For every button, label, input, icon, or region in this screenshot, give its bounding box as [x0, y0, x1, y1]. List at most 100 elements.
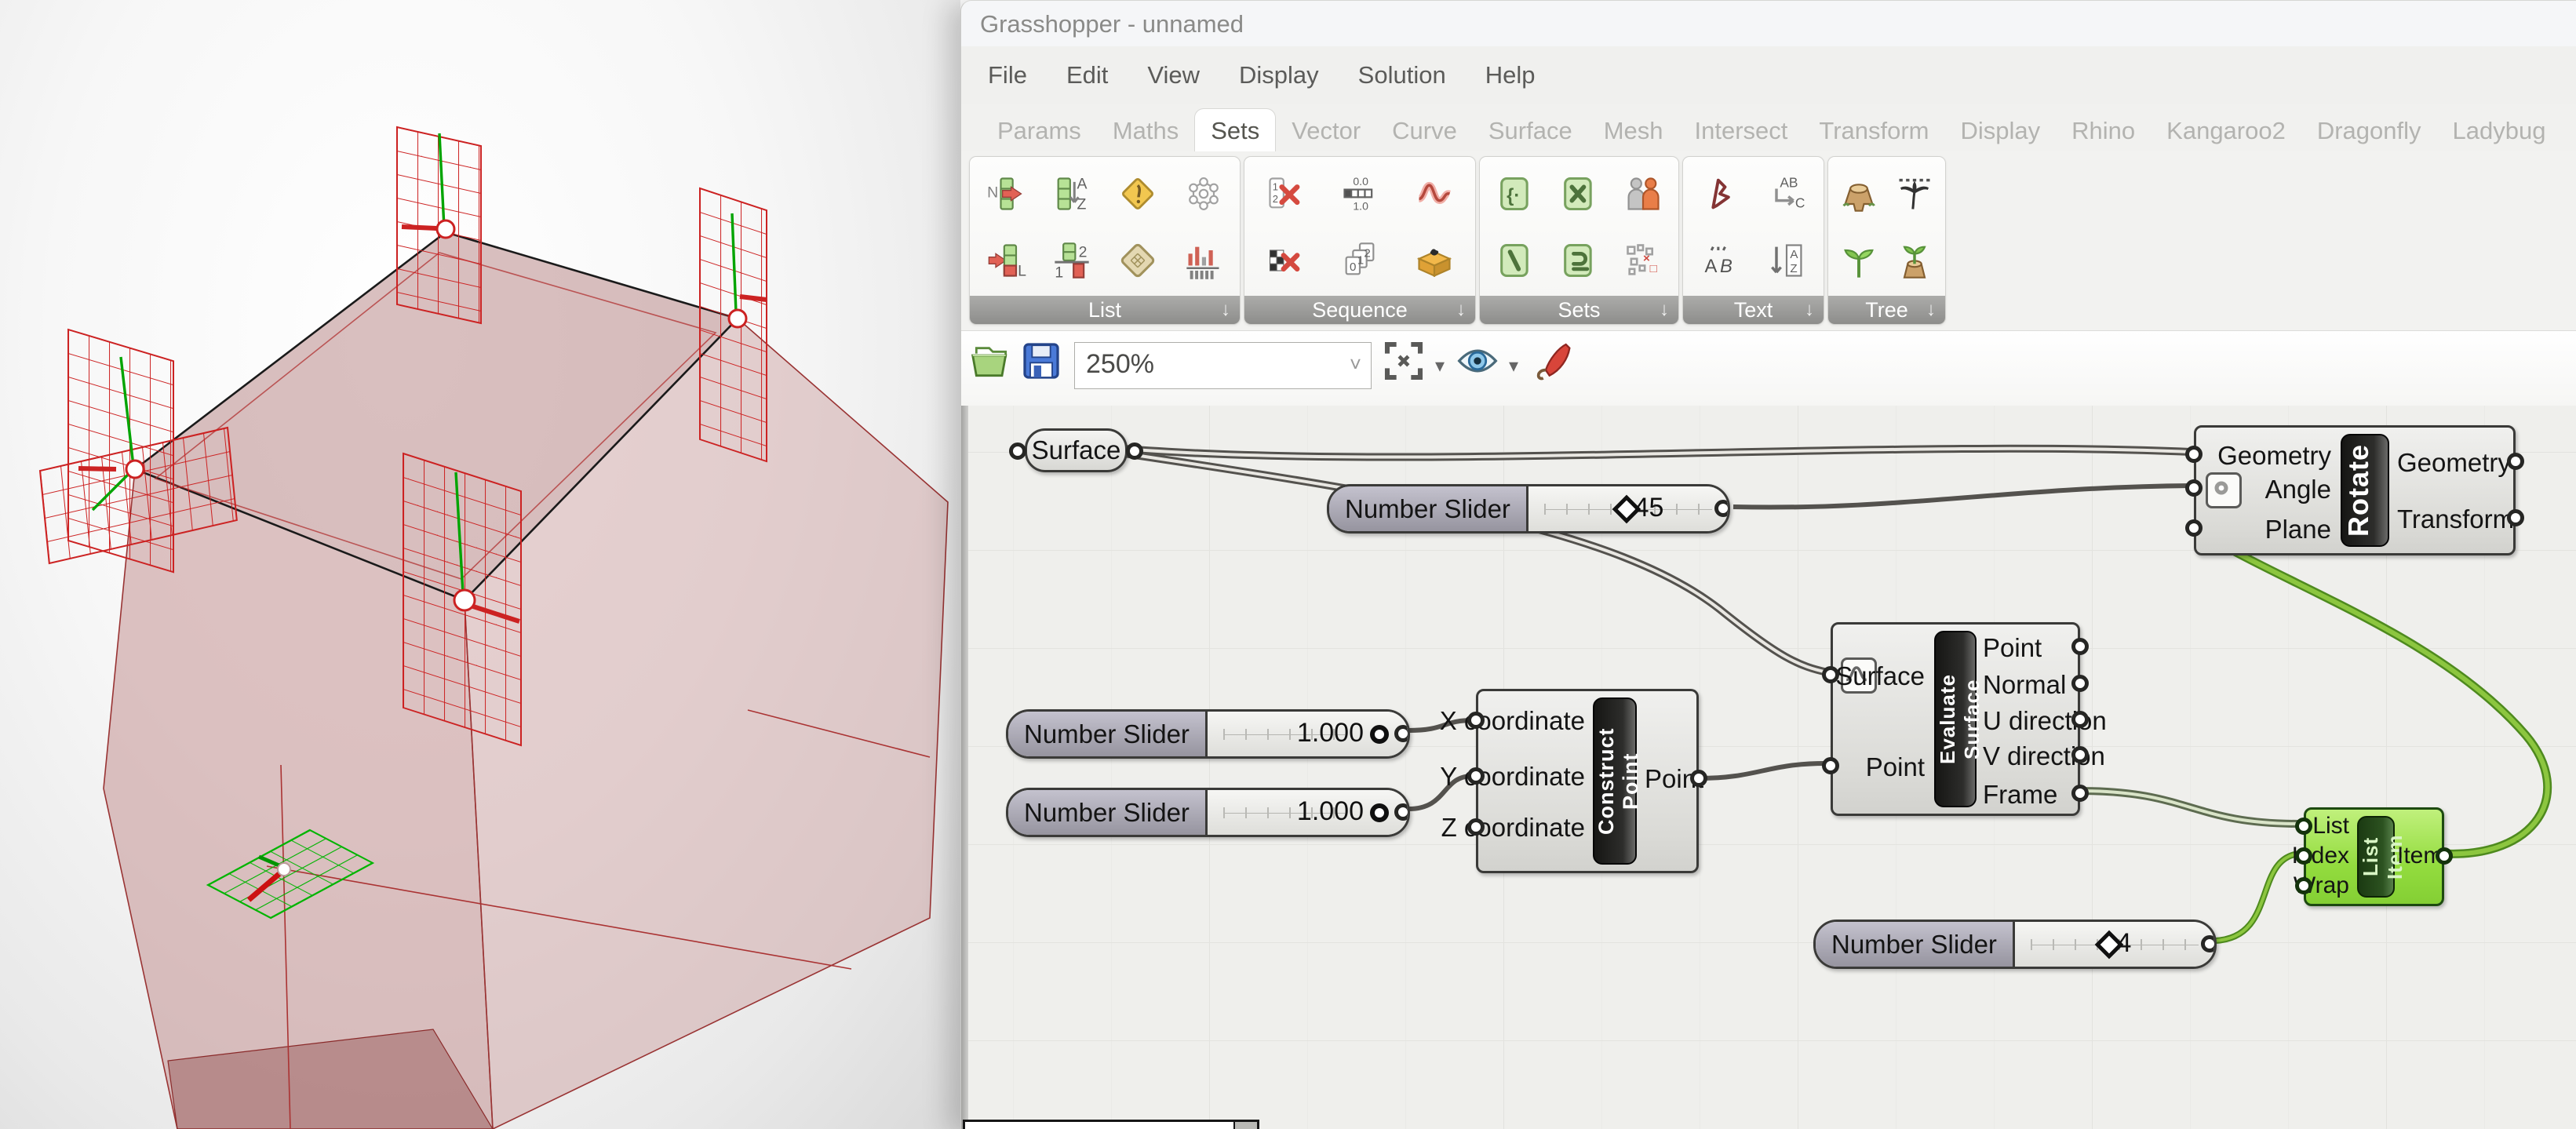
- group-expand-arrow[interactable]: ↓: [1926, 296, 1936, 324]
- component-surface-param[interactable]: Surface: [1025, 428, 1128, 472]
- output-nub-transform[interactable]: [2507, 509, 2524, 526]
- output-nub-point[interactable]: [2071, 638, 2089, 655]
- group-label-list[interactable]: List↓: [970, 296, 1240, 324]
- cull-index-icon[interactable]: 12: [1265, 173, 1306, 214]
- input-nub-wrap[interactable]: [2295, 877, 2312, 894]
- flatten-tree-icon[interactable]: [1894, 173, 1935, 214]
- group-label-sequence[interactable]: Sequence↓: [1244, 296, 1475, 324]
- input-nub[interactable]: [1009, 442, 1026, 460]
- menu-view[interactable]: View: [1147, 61, 1200, 89]
- sort-text-icon[interactable]: AZ: [1766, 240, 1807, 281]
- disjoint-icon[interactable]: ×□: [1623, 240, 1663, 281]
- output-nub-normal[interactable]: [2071, 675, 2089, 692]
- input-nub-angle[interactable]: [2185, 479, 2203, 497]
- subset-icon[interactable]: [1558, 240, 1599, 281]
- wire-slider-to-list-index[interactable]: [2215, 854, 2299, 941]
- slider-handle[interactable]: [1370, 725, 1389, 744]
- output-nub-geometry[interactable]: [2507, 453, 2524, 470]
- wire-point-to-evaluate-point[interactable]: [1699, 763, 1826, 778]
- component-name-capsule[interactable]: Construct Point: [1593, 697, 1637, 865]
- component-number-slider-y[interactable]: Number Slider 1.000: [1006, 788, 1410, 837]
- component-name-capsule[interactable]: List Item: [2357, 816, 2395, 898]
- chevron-down-icon[interactable]: ▾: [1509, 355, 1518, 377]
- output-nub-u-direction[interactable]: [2071, 711, 2089, 728]
- input-nub-index[interactable]: [2295, 847, 2312, 865]
- graft-tree-icon[interactable]: [1838, 240, 1879, 281]
- tab-rhino[interactable]: Rhino: [2056, 109, 2151, 151]
- chevron-down-icon[interactable]: ▾: [1435, 355, 1445, 377]
- sift-pattern-icon[interactable]: [1117, 240, 1158, 281]
- save-file-icon[interactable]: [1019, 339, 1063, 383]
- component-name-capsule[interactable]: Evaluate Surface: [1934, 631, 1977, 807]
- null-item-icon[interactable]: [1117, 173, 1158, 214]
- range-icon[interactable]: 0.01.0: [1339, 173, 1380, 214]
- component-rotate[interactable]: Rotate Geometry Angle Plane Geometry Tra…: [2194, 425, 2516, 555]
- wire-item-to-rotate-plane[interactable]: [2191, 526, 2548, 854]
- group-expand-arrow[interactable]: ↓: [1660, 296, 1669, 324]
- tab-ladybug[interactable]: Ladybug: [2437, 109, 2562, 151]
- input-nub-geometry[interactable]: [2185, 446, 2203, 463]
- group-label-sets[interactable]: Sets↓: [1480, 296, 1678, 324]
- text-fragment-icon[interactable]: [1700, 173, 1740, 214]
- concatenate-icon[interactable]: ABC: [1766, 173, 1807, 214]
- open-file-icon[interactable]: [969, 339, 1013, 383]
- output-nub[interactable]: [1394, 803, 1410, 821]
- slider-track[interactable]: 1.000: [1208, 712, 1408, 756]
- tab-transform[interactable]: Transform: [1803, 109, 1944, 151]
- characters-icon[interactable]: AB: [1700, 240, 1740, 281]
- menu-display[interactable]: Display: [1239, 61, 1319, 89]
- menu-edit[interactable]: Edit: [1066, 61, 1108, 89]
- component-number-slider-x[interactable]: Number Slider 1.000: [1006, 709, 1410, 759]
- list-item-icon[interactable]: N: [986, 173, 1026, 214]
- degrees-icon[interactable]: [2206, 472, 2242, 508]
- partition-list-icon[interactable]: [1183, 240, 1224, 281]
- output-nub-frame[interactable]: [2071, 785, 2089, 802]
- sketch-pen-icon[interactable]: [1529, 339, 1573, 383]
- output-nub[interactable]: [2201, 935, 2217, 952]
- input-nub-x[interactable]: [1467, 712, 1485, 729]
- wire-surface-to-rotate-geometry[interactable]: [1124, 449, 2191, 457]
- group-label-tree[interactable]: Tree↓: [1828, 296, 1945, 324]
- wire-frame-to-list[interactable]: [2080, 791, 2299, 824]
- tree-branch-icon[interactable]: [1894, 240, 1935, 281]
- input-nub-list[interactable]: [2295, 818, 2312, 835]
- panel-grip[interactable]: [1233, 1122, 1257, 1129]
- component-list-item[interactable]: List Item List Index Wrap Item: [2304, 807, 2444, 906]
- jitter-icon[interactable]: [1414, 240, 1455, 281]
- output-nub[interactable]: [1714, 500, 1730, 517]
- slider-track[interactable]: 1.000: [1208, 790, 1408, 835]
- group-expand-arrow[interactable]: ↓: [1456, 296, 1466, 324]
- menu-help[interactable]: Help: [1485, 61, 1536, 89]
- zoom-extents-icon[interactable]: [1382, 339, 1426, 383]
- group-expand-arrow[interactable]: ↓: [1805, 296, 1814, 324]
- preview-eye-icon[interactable]: [1456, 339, 1499, 383]
- list-length-icon[interactable]: L: [986, 240, 1026, 281]
- group-label-text[interactable]: Text↓: [1683, 296, 1824, 324]
- bottom-panel-edge[interactable]: [963, 1120, 1259, 1129]
- cross-reference-icon[interactable]: [1183, 173, 1224, 214]
- output-nub-item[interactable]: [2436, 847, 2453, 865]
- tab-display[interactable]: Display: [1945, 109, 2057, 151]
- component-evaluate-surface[interactable]: Evaluate Surface Surface Point Point Nor…: [1831, 622, 2080, 816]
- sort-list-icon[interactable]: AZ: [1051, 173, 1092, 214]
- tab-sets[interactable]: Sets: [1194, 108, 1276, 151]
- tab-params[interactable]: Params: [982, 109, 1097, 151]
- set-remove-icon[interactable]: [1495, 240, 1536, 281]
- input-nub-surface[interactable]: [1822, 666, 1839, 683]
- wire-slider-to-rotate-angle[interactable]: [1733, 486, 2191, 508]
- component-name-capsule[interactable]: Rotate: [2341, 434, 2389, 547]
- input-nub-y[interactable]: [1467, 767, 1485, 785]
- output-nub[interactable]: [1126, 442, 1143, 460]
- title-bar[interactable]: Grasshopper - unnamed: [961, 1, 2576, 46]
- tab-intersect[interactable]: Intersect: [1679, 109, 1804, 151]
- chevron-down-icon[interactable]: ˅: [1350, 352, 1361, 377]
- random-icon[interactable]: [1414, 173, 1455, 214]
- tab-surface[interactable]: Surface: [1473, 109, 1588, 151]
- create-set-icon[interactable]: {·: [1495, 173, 1536, 214]
- tab-kangaroo2[interactable]: Kangaroo2: [2151, 109, 2301, 151]
- slider-handle[interactable]: [1370, 803, 1389, 822]
- tab-curve[interactable]: Curve: [1376, 109, 1473, 151]
- output-nub-point[interactable]: [1690, 770, 1707, 787]
- tab-maths[interactable]: Maths: [1097, 109, 1194, 151]
- sequence-icon[interactable]: 012: [1339, 240, 1380, 281]
